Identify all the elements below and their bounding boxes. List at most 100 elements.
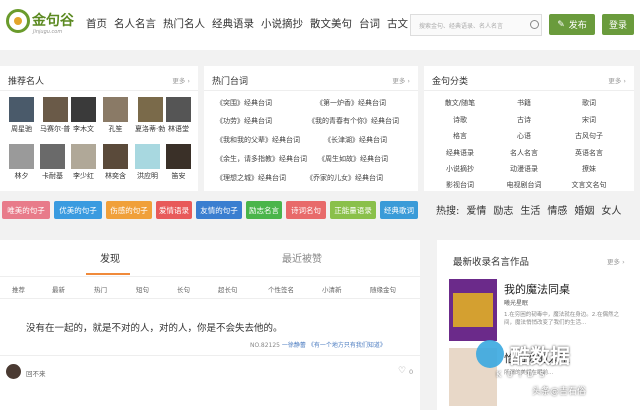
tag-button[interactable]: 爱情语录 bbox=[156, 201, 192, 219]
person-card[interactable]: 孔笙 bbox=[103, 97, 128, 134]
category-link[interactable]: 宋词 bbox=[557, 115, 621, 125]
tag-button[interactable]: 优美的句子 bbox=[54, 201, 102, 219]
heart-icon[interactable]: ♡ bbox=[398, 366, 406, 376]
nav-celebrities[interactable]: 热门名人 bbox=[163, 16, 205, 31]
nav-home[interactable]: 首页 bbox=[86, 16, 107, 31]
person-photo bbox=[166, 144, 191, 169]
tag-button[interactable]: 经典歌词 bbox=[380, 201, 418, 219]
subtab[interactable]: 随缘金句 bbox=[370, 284, 396, 294]
book-cover[interactable] bbox=[449, 279, 497, 341]
subtab[interactable]: 小清新 bbox=[322, 284, 342, 294]
person-card[interactable]: 李少红 bbox=[71, 144, 96, 181]
category-link[interactable]: 名人名言 bbox=[492, 148, 556, 158]
subtab[interactable]: 短句 bbox=[136, 284, 149, 294]
nav-novel[interactable]: 小说摘抄 bbox=[261, 16, 303, 31]
category-more-link[interactable]: 更多 › bbox=[608, 75, 626, 85]
avatar[interactable] bbox=[6, 364, 21, 379]
nav-classic[interactable]: 经典语录 bbox=[212, 16, 254, 31]
category-link[interactable]: 诗歌 bbox=[428, 115, 492, 125]
person-photo bbox=[40, 144, 65, 169]
hot-search-item[interactable]: 爱情 bbox=[466, 202, 486, 217]
category-link[interactable]: 经典语录 bbox=[428, 148, 492, 158]
people-more-link[interactable]: 更多 › bbox=[172, 75, 190, 85]
drama-link[interactable]: 《我和我的父辈》经典台词 bbox=[216, 135, 300, 145]
person-card[interactable]: 马赛尔·普 bbox=[40, 97, 70, 134]
tag-button[interactable]: 励志名言 bbox=[246, 201, 282, 219]
category-link[interactable]: 撩妹 bbox=[557, 164, 621, 174]
person-card[interactable]: 周星驰 bbox=[9, 97, 34, 134]
category-link[interactable]: 格言 bbox=[428, 131, 492, 141]
person-card[interactable]: 林夕 bbox=[9, 144, 34, 181]
drama-link[interactable]: 《突围》经典台词 bbox=[216, 98, 272, 108]
username[interactable]: 回不来 bbox=[26, 368, 46, 378]
subtab[interactable]: 个性签名 bbox=[268, 284, 294, 294]
subtab[interactable]: 长句 bbox=[177, 284, 190, 294]
quote-text[interactable]: 没有在一起的，就是不对的人，对的人，你是不会失去他的。 bbox=[26, 320, 283, 334]
person-card[interactable]: 林语堂 bbox=[166, 97, 191, 134]
subtab[interactable]: 热门 bbox=[94, 284, 107, 294]
nav-prose[interactable]: 散文美句 bbox=[310, 16, 352, 31]
category-link[interactable]: 散文/随笔 bbox=[428, 98, 492, 108]
hot-search-item[interactable]: 生活 bbox=[520, 202, 540, 217]
person-card[interactable]: 卡耐基 bbox=[40, 144, 65, 181]
search-input[interactable]: 搜索金句、经典语录、名人名言 bbox=[410, 14, 542, 36]
nav-quotes[interactable]: 名人名言 bbox=[114, 16, 156, 31]
category-link[interactable]: 古诗 bbox=[492, 115, 556, 125]
drama-link[interactable]: 《长津湖》经典台词 bbox=[324, 135, 387, 145]
hot-search-item[interactable]: 女人 bbox=[601, 202, 621, 217]
drama-link[interactable]: 《我的青春有个你》经典台词 bbox=[308, 116, 399, 126]
logo-icon[interactable] bbox=[6, 9, 30, 33]
hot-search-item[interactable]: 婚姻 bbox=[574, 202, 594, 217]
book-title[interactable]: 我的魔法同桌 bbox=[504, 281, 570, 297]
category-link[interactable]: 动漫语录 bbox=[492, 164, 556, 174]
drama-link[interactable]: 《功劳》经典台词 bbox=[216, 116, 272, 126]
tag-button[interactable]: 唯美的句子 bbox=[2, 201, 50, 219]
watermark-logo-icon bbox=[476, 340, 504, 368]
hot-search-item[interactable]: 励志 bbox=[493, 202, 513, 217]
category-link[interactable]: 影视台词 bbox=[428, 180, 492, 190]
tab-recent-liked[interactable]: 最近被赞 bbox=[282, 250, 322, 265]
drama-more-link[interactable]: 更多 › bbox=[392, 75, 410, 85]
person-card[interactable]: 洪应明 bbox=[135, 144, 160, 181]
quote-author[interactable]: 一徐静蕾 bbox=[282, 342, 306, 349]
search-icon[interactable] bbox=[530, 20, 539, 29]
latest-more-link[interactable]: 更多 › bbox=[607, 256, 625, 266]
tab-discover[interactable]: 发现 bbox=[100, 250, 120, 265]
subtab[interactable]: 最新 bbox=[52, 284, 65, 294]
drama-link[interactable]: 《余生，请多指教》经典台词 bbox=[216, 154, 307, 164]
drama-link[interactable]: 《乔家的儿女》经典台词 bbox=[306, 173, 383, 183]
category-link[interactable]: 英语名言 bbox=[557, 148, 621, 158]
active-tab-indicator bbox=[86, 273, 130, 275]
person-card[interactable]: 林奕含 bbox=[103, 144, 128, 181]
tag-button[interactable]: 友情的句子 bbox=[196, 201, 242, 219]
tag-button[interactable]: 诗词名句 bbox=[286, 201, 326, 219]
person-card[interactable]: 夏洛蒂·勃 bbox=[135, 97, 165, 134]
subtab[interactable]: 超长句 bbox=[218, 284, 238, 294]
drama-link[interactable]: 《第一炉香》经典台词 bbox=[316, 98, 386, 108]
category-link[interactable]: 电视剧台词 bbox=[492, 180, 556, 190]
person-card[interactable]: 笛安 bbox=[166, 144, 191, 181]
publish-button[interactable]: ✎ 发布 bbox=[549, 14, 595, 35]
tag-button[interactable]: 伤感的句子 bbox=[106, 201, 152, 219]
nav-ancient[interactable]: 古文 bbox=[387, 16, 408, 31]
quote-source[interactable]: 《有一个地方只有我们知道》 bbox=[308, 342, 386, 349]
subtab[interactable]: 推荐 bbox=[12, 284, 25, 294]
logo-text[interactable]: 金句谷 bbox=[32, 10, 74, 30]
nav-lines[interactable]: 台词 bbox=[359, 16, 380, 31]
person-photo bbox=[166, 97, 191, 122]
subtab-divider bbox=[0, 298, 420, 299]
tag-button[interactable]: 正能量语录 bbox=[330, 201, 376, 219]
person-photo bbox=[135, 144, 160, 169]
person-card[interactable]: 李木文 bbox=[71, 97, 96, 134]
category-link[interactable]: 书籍 bbox=[492, 98, 556, 108]
drama-link[interactable]: 《理想之城》经典台词 bbox=[216, 173, 286, 183]
login-button[interactable]: 登录 bbox=[602, 14, 634, 35]
category-link[interactable]: 歌词 bbox=[557, 98, 621, 108]
drama-link[interactable]: 《周生如故》经典台词 bbox=[318, 154, 388, 164]
quote-number: NO.82125 bbox=[250, 342, 280, 349]
category-link[interactable]: 古风句子 bbox=[557, 131, 621, 141]
hot-search-item[interactable]: 情感 bbox=[547, 202, 567, 217]
category-link[interactable]: 心语 bbox=[492, 131, 556, 141]
category-link[interactable]: 小说摘抄 bbox=[428, 164, 492, 174]
category-link[interactable]: 文言文名句 bbox=[557, 180, 621, 190]
